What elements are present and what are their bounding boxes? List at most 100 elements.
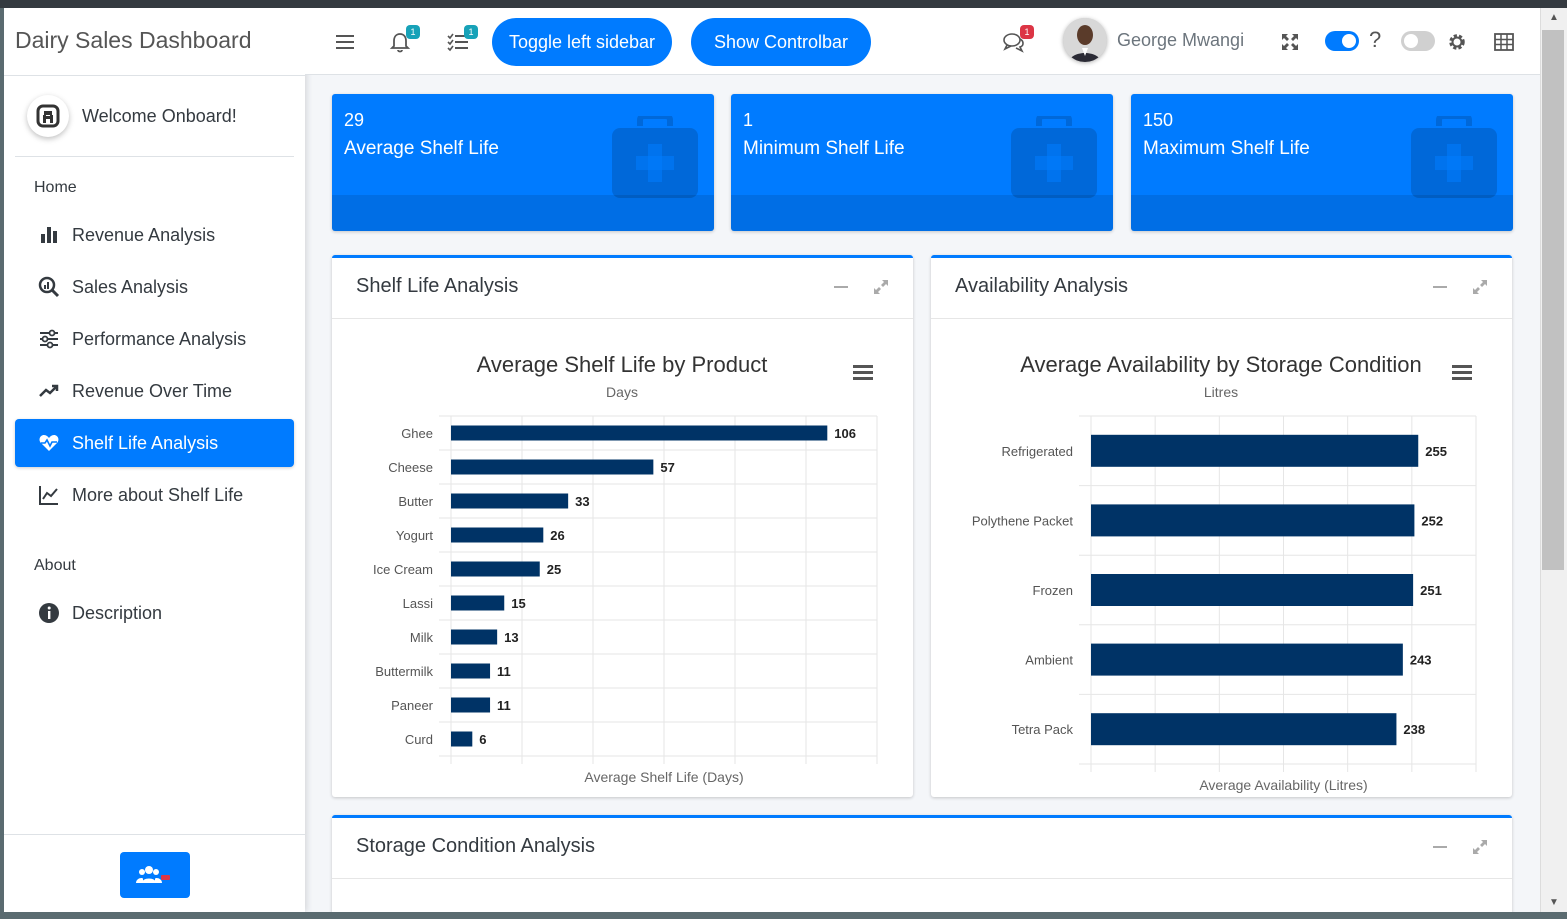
trend-up-icon <box>37 379 61 403</box>
data-label: 252 <box>1421 513 1443 528</box>
notifications-badge: 1 <box>406 25 420 39</box>
category-label: Frozen <box>1033 583 1073 598</box>
data-label: 106 <box>834 426 856 441</box>
grid-view-button[interactable] <box>1492 30 1516 54</box>
tasks-badge: 1 <box>464 25 478 39</box>
category-label: Yogurt <box>396 528 433 543</box>
sidebar-item-sales-analysis[interactable]: Sales Analysis <box>15 263 294 311</box>
category-label: Milk <box>410 630 434 645</box>
expand-arrows-icon <box>1282 34 1298 50</box>
data-label: 251 <box>1420 583 1442 598</box>
gear-icon <box>1449 34 1465 50</box>
sidebar-item-revenue-analysis[interactable]: Revenue Analysis <box>15 211 294 259</box>
sidebar-item-label: Shelf Life Analysis <box>72 432 219 453</box>
maximize-icon[interactable] <box>1471 838 1489 856</box>
chart-subtitle: Days <box>606 384 638 400</box>
minimize-icon[interactable] <box>1431 278 1449 296</box>
bar <box>451 425 828 441</box>
maximize-icon[interactable] <box>872 278 890 296</box>
bar <box>451 561 540 577</box>
category-label: Buttermilk <box>375 664 433 679</box>
bar <box>451 527 544 543</box>
sidebar-footer <box>4 834 305 912</box>
data-label: 238 <box>1403 722 1425 737</box>
scroll-thumb[interactable] <box>1542 30 1564 570</box>
card-header: Availability Analysis <box>931 258 1512 319</box>
help-icon[interactable]: ? <box>1369 27 1381 53</box>
category-label: Paneer <box>391 698 434 713</box>
nav-header-home: Home <box>34 179 77 196</box>
bar <box>451 595 505 611</box>
sliders-icon <box>37 327 61 351</box>
card-availability-analysis: Availability Analysis Average Availabili… <box>931 255 1512 797</box>
x-axis-label: Average Shelf Life (Days) <box>584 769 743 785</box>
show-controlbar-button[interactable]: Show Controlbar <box>691 18 871 66</box>
category-label: Ambient <box>1025 653 1073 668</box>
bar <box>1091 434 1419 467</box>
sidebar-item-label: Revenue Over Time <box>72 380 233 401</box>
category-label: Refrigerated <box>1001 444 1073 459</box>
card-header: Storage Condition Analysis <box>332 818 1512 879</box>
users-button[interactable] <box>120 852 190 898</box>
toggle-knob <box>1342 34 1356 48</box>
sidebar-item-label: Revenue Analysis <box>72 224 216 245</box>
data-label: 11 <box>497 698 511 713</box>
user-name[interactable]: George Mwangi <box>1117 30 1244 51</box>
fullscreen-button[interactable] <box>1278 30 1302 54</box>
info-box-label: Average Shelf Life <box>344 138 499 159</box>
search-chart-icon <box>37 275 61 299</box>
data-label: 15 <box>511 596 525 611</box>
data-label: 25 <box>547 562 561 577</box>
toggle-left-sidebar-button[interactable]: Toggle left sidebar <box>492 18 672 66</box>
sidebar-item-more-about-shelf-life[interactable]: More about Shelf Life <box>15 471 294 519</box>
data-label: 13 <box>504 630 518 645</box>
sidebar-item-description[interactable]: Description <box>15 589 294 637</box>
medkit-icon <box>612 116 698 198</box>
settings-button[interactable] <box>1445 30 1469 54</box>
notifications-button[interactable]: 1 <box>388 25 420 54</box>
info-box-minimum-shelf-life: 1 Minimum Shelf Life <box>731 94 1113 231</box>
toggle-knob <box>1404 34 1418 48</box>
info-icon <box>37 601 61 625</box>
sidebar-item-revenue-over-time[interactable]: Revenue Over Time <box>15 367 294 415</box>
user-avatar[interactable] <box>1063 18 1107 62</box>
theme-toggle-on[interactable] <box>1325 31 1359 51</box>
tasks-button[interactable]: 1 <box>446 25 478 54</box>
page-scrollbar[interactable]: ▲ ▼ <box>1540 8 1567 912</box>
messages-badge: 1 <box>1020 25 1034 39</box>
bar <box>451 663 491 679</box>
chart-title: Average Shelf Life by Product <box>477 352 768 377</box>
brand-title[interactable]: Dairy Sales Dashboard <box>4 8 305 76</box>
menu-icon[interactable] <box>333 30 357 54</box>
welcome-text: Welcome Onboard! <box>82 105 237 126</box>
info-box-footer[interactable] <box>1131 195 1513 231</box>
scroll-up-arrow-icon[interactable]: ▲ <box>1549 12 1559 23</box>
category-label: Ghee <box>401 426 433 441</box>
sidebar-item-performance-analysis[interactable]: Performance Analysis <box>15 315 294 363</box>
minimize-icon[interactable] <box>832 278 850 296</box>
data-label: 255 <box>1425 444 1447 459</box>
medkit-icon <box>1011 116 1097 198</box>
card-storage-condition-analysis: Storage Condition Analysis <box>332 815 1512 912</box>
category-label: Tetra Pack <box>1012 722 1074 737</box>
info-box-average-shelf-life: 29 Average Shelf Life <box>332 94 714 231</box>
top-navbar: 1 1 Toggle left sidebar Show Controlbar … <box>305 8 1540 75</box>
maximize-icon[interactable] <box>1471 278 1489 296</box>
sidebar-item-shelf-life-analysis[interactable]: Shelf Life Analysis <box>15 419 294 467</box>
info-box-value: 150 <box>1143 110 1174 130</box>
scroll-down-arrow-icon[interactable]: ▼ <box>1549 897 1559 908</box>
card-shelf-life-analysis: Shelf Life Analysis Average Shelf Life b… <box>332 255 913 797</box>
chart-menu-icon[interactable] <box>1452 365 1472 380</box>
messages-button[interactable]: 1 <box>1002 25 1034 54</box>
dark-mode-toggle-off[interactable] <box>1401 31 1435 51</box>
minimize-icon[interactable] <box>1431 838 1449 856</box>
nav-header-about: About <box>34 557 76 574</box>
info-box-footer[interactable] <box>332 195 714 231</box>
chart-menu-icon[interactable] <box>853 365 873 380</box>
info-box-footer[interactable] <box>731 195 1113 231</box>
sidebar-item-label: Sales Analysis <box>72 276 189 297</box>
card-title: Storage Condition Analysis <box>356 835 596 857</box>
bar <box>451 697 491 713</box>
heartbeat-icon <box>37 431 61 455</box>
user-photo-icon <box>1063 18 1107 62</box>
